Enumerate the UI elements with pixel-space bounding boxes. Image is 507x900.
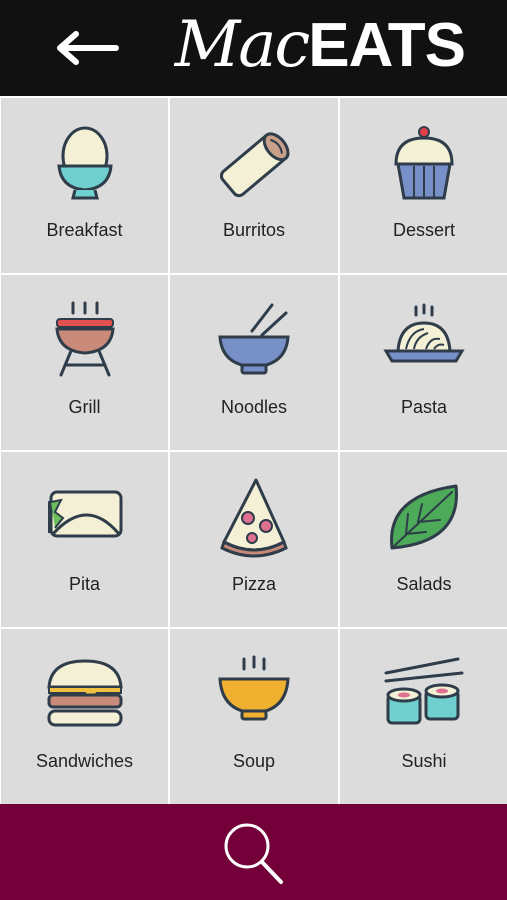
pasta-plate-icon	[383, 303, 465, 363]
category-tile-soup[interactable]: Soup	[170, 629, 338, 804]
category-tile-grill[interactable]: Grill	[1, 275, 168, 450]
logo-eats: EATS	[308, 11, 466, 80]
search-button[interactable]	[219, 820, 289, 890]
category-tile-salads[interactable]: Salads	[340, 452, 507, 627]
category-tile-dessert[interactable]: Dessert	[340, 98, 507, 273]
burrito-icon	[219, 132, 290, 198]
category-tile-pasta[interactable]: Pasta	[340, 275, 507, 450]
category-label: Pasta	[400, 397, 448, 417]
category-label: Sushi	[401, 751, 447, 771]
burger-icon	[46, 659, 123, 727]
back-button[interactable]	[50, 26, 122, 70]
bottom-bar	[0, 804, 507, 900]
category-label: Pita	[68, 574, 101, 594]
logo-mac: Mac	[174, 8, 311, 82]
category-tile-burritos[interactable]: Burritos	[170, 98, 338, 273]
category-tile-noodles[interactable]: Noodles	[170, 275, 338, 450]
grill-icon	[54, 301, 115, 377]
search-icon	[224, 823, 283, 884]
category-label: Breakfast	[46, 220, 123, 240]
category-label: Pizza	[231, 574, 276, 594]
soup-bowl-icon	[218, 655, 290, 721]
category-label: Burritos	[222, 220, 285, 240]
category-tile-sushi[interactable]: Sushi	[340, 629, 507, 804]
category-label: Soup	[232, 751, 276, 771]
category-tile-pita[interactable]: Pita	[1, 452, 168, 627]
category-grid: Breakfast Burritos Dessert Grill Noodles…	[0, 96, 507, 804]
egg-cup-icon	[56, 126, 113, 200]
sushi-icon	[384, 657, 464, 725]
category-label: Salads	[396, 574, 452, 594]
noodle-bowl-icon	[218, 303, 290, 375]
pizza-slice-icon	[220, 478, 288, 558]
app-logo: Mac EATS	[174, 8, 466, 88]
category-label: Grill	[68, 397, 101, 417]
leaf-icon	[390, 484, 458, 550]
category-label: Sandwiches	[35, 751, 134, 771]
category-label: Dessert	[392, 220, 455, 240]
arrow-left-icon	[57, 31, 119, 65]
category-tile-breakfast[interactable]: Breakfast	[1, 98, 168, 273]
category-tile-pizza[interactable]: Pizza	[170, 452, 338, 627]
category-tile-sandwiches[interactable]: Sandwiches	[1, 629, 168, 804]
category-label: Noodles	[220, 397, 288, 417]
cupcake-icon	[394, 126, 454, 200]
app-header: Mac EATS	[0, 0, 507, 96]
pita-wrap-icon	[47, 490, 122, 538]
